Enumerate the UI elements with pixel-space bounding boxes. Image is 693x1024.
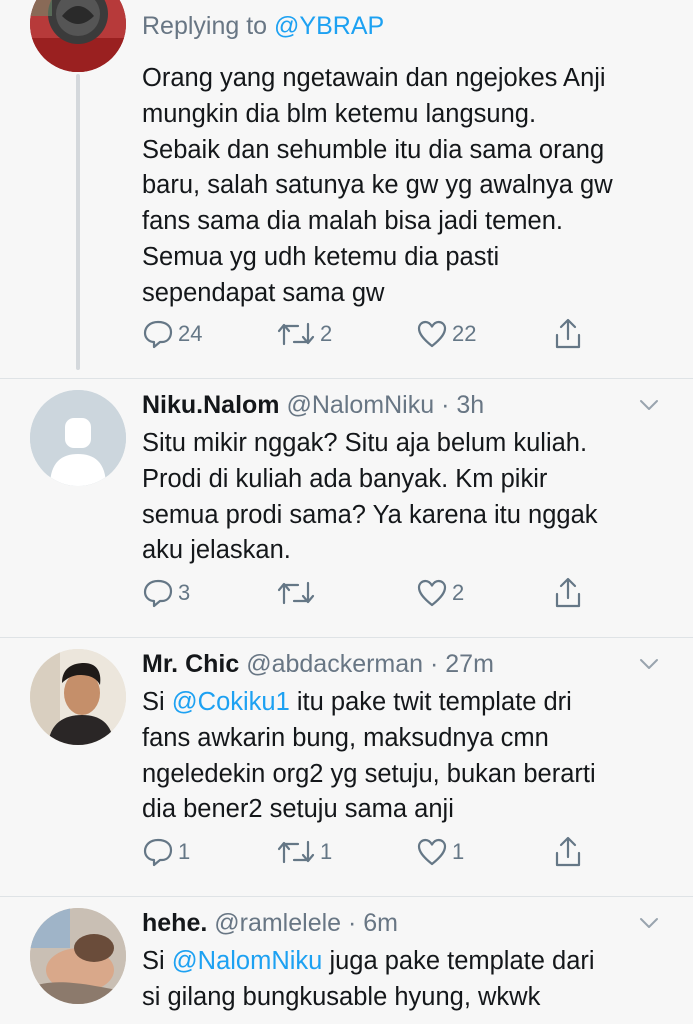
tweet-header: Mr. Chic @abdackerman · 27m xyxy=(142,646,667,682)
heart-icon xyxy=(417,579,447,607)
tweet-text-line: si gilang bungkusable hyung, wkwk xyxy=(142,982,541,1011)
avatar[interactable] xyxy=(30,0,126,72)
user-handle[interactable]: @NalomNiku xyxy=(286,391,434,419)
chevron-down-icon[interactable] xyxy=(631,905,667,941)
reply-button[interactable]: 3 xyxy=(142,573,190,613)
reply-icon xyxy=(143,838,173,867)
retweet-count: 2 xyxy=(320,321,333,346)
reply-count: 1 xyxy=(178,839,191,864)
timestamp[interactable]: 6m xyxy=(363,909,398,937)
tweet-text-line: Semua yg udh ketemu dia pasti xyxy=(142,242,500,271)
tweet-text-line: mungkin dia blm ketemu langsung. xyxy=(142,99,537,128)
thread-line xyxy=(76,74,80,370)
separator: · xyxy=(341,909,364,937)
retweet-icon xyxy=(277,581,315,605)
heart-icon xyxy=(417,320,447,348)
retweet-icon xyxy=(277,322,315,346)
like-count: 2 xyxy=(452,580,465,605)
display-name[interactable]: Niku.Nalom xyxy=(142,391,280,419)
like-button[interactable]: 2 xyxy=(416,573,464,613)
tweet-3[interactable]: Mr. Chic @abdackerman · 27m Si @Cokiku1 … xyxy=(0,638,693,896)
like-button[interactable]: 22 xyxy=(416,314,476,354)
retweet-button[interactable]: 1 xyxy=(276,832,332,872)
tweet-text-line: Sebaik dan sehumble itu dia sama orang xyxy=(142,135,605,164)
tweet-text: Si @Cokiku1 itu pake twit template dri f… xyxy=(142,685,667,828)
reply-button[interactable]: 1 xyxy=(142,832,190,872)
tweet-actions: 1 1 1 xyxy=(142,832,602,872)
tweet-text-line: sependapat sama gw xyxy=(142,278,385,307)
share-icon xyxy=(555,577,581,608)
text-fragment: itu pake twit template dri xyxy=(289,688,572,716)
user-handle[interactable]: @ramlelele xyxy=(214,909,341,937)
tweet-text: Si @NalomNiku juga pake template dari si… xyxy=(142,944,667,1016)
reply-count: 3 xyxy=(178,580,191,605)
display-name[interactable]: Mr. Chic xyxy=(142,650,239,678)
share-button[interactable] xyxy=(552,832,584,872)
tweet-text-line: Situ mikir nggak? Situ aja belum kuliah. xyxy=(142,429,588,457)
display-name[interactable]: hehe. xyxy=(142,909,207,937)
tweet-text-line: fans awkarin bung, maksudnya cmn xyxy=(142,723,549,752)
tweet-text: Situ mikir nggak? Situ aja belum kuliah.… xyxy=(142,426,667,569)
timestamp[interactable]: 27m xyxy=(445,650,494,678)
tweet-text-line: Orang yang ngetawain dan ngejokes Anji xyxy=(142,64,606,92)
reply-icon xyxy=(143,579,173,608)
avatar[interactable] xyxy=(30,649,126,745)
tweet-1[interactable]: Replying to @YBRAP Orang yang ngetawain … xyxy=(0,0,693,378)
like-count: 22 xyxy=(452,321,477,346)
retweet-count: 1 xyxy=(320,839,333,864)
replying-label: Replying to xyxy=(142,12,275,40)
tweet-actions: 24 2 22 xyxy=(142,314,602,354)
like-count: 1 xyxy=(452,839,465,864)
tweet-4[interactable]: hehe. @ramlelele · 6m Si @NalomNiku juga… xyxy=(0,897,693,1024)
tweet-text-line: dia bener2 setuju sama anji xyxy=(142,795,454,824)
tweet-text-line: baru, salah satunya ke gw yg awalnya gw xyxy=(142,171,613,200)
tweet-text-line: ngeledekin org2 yg setuju, bukan berarti xyxy=(142,759,596,788)
tweet-2[interactable]: Niku.Nalom @NalomNiku · 3h Situ mikir ng… xyxy=(0,379,693,637)
tweet-text-line: semua prodi sama? Ya karena itu nggak xyxy=(142,500,598,529)
text-fragment: Si xyxy=(142,688,172,716)
like-button[interactable]: 1 xyxy=(416,832,464,872)
tweet-text-line: Prodi di kuliah ada banyak. Km pikir xyxy=(142,464,548,493)
chevron-down-icon[interactable] xyxy=(631,387,667,423)
user-handle[interactable]: @abdackerman xyxy=(246,650,423,678)
retweet-button[interactable] xyxy=(276,573,320,613)
tweet-text-line: Si @NalomNiku juga pake template dari xyxy=(142,944,667,980)
timestamp[interactable]: 3h xyxy=(456,391,484,419)
mention-link[interactable]: @Cokiku1 xyxy=(172,688,290,716)
reply-button[interactable]: 24 xyxy=(142,314,202,354)
share-button[interactable] xyxy=(552,573,584,613)
share-button[interactable] xyxy=(552,314,584,354)
mention-link[interactable]: @NalomNiku xyxy=(172,947,323,975)
tweet-text-line: Si @Cokiku1 itu pake twit template dri xyxy=(142,685,667,721)
tweet-header: Niku.Nalom @NalomNiku · 3h xyxy=(142,387,667,423)
reply-count: 24 xyxy=(178,321,203,346)
tweet-header: hehe. @ramlelele · 6m xyxy=(142,905,667,941)
retweet-icon xyxy=(277,840,315,864)
avatar[interactable] xyxy=(30,390,126,486)
retweet-button[interactable]: 2 xyxy=(276,314,332,354)
share-icon xyxy=(555,318,581,349)
replying-to: Replying to @YBRAP xyxy=(142,8,667,44)
chevron-down-icon[interactable] xyxy=(631,646,667,682)
tweet-text-line: fans sama dia malah bisa jadi temen. xyxy=(142,207,563,236)
reply-icon xyxy=(143,320,173,349)
separator: · xyxy=(434,391,457,419)
replying-handle-link[interactable]: @YBRAP xyxy=(274,12,384,40)
tweet-text: Orang yang ngetawain dan ngejokes Anji m… xyxy=(142,61,667,312)
share-icon xyxy=(555,836,581,867)
text-fragment: Si xyxy=(142,947,172,975)
tweet-actions: 3 2 xyxy=(142,573,602,613)
separator: · xyxy=(423,650,446,678)
avatar[interactable] xyxy=(30,908,126,1004)
heart-icon xyxy=(417,838,447,866)
text-fragment: juga pake template dari xyxy=(322,947,595,975)
tweet-text-line: aku jelaskan. xyxy=(142,536,291,565)
